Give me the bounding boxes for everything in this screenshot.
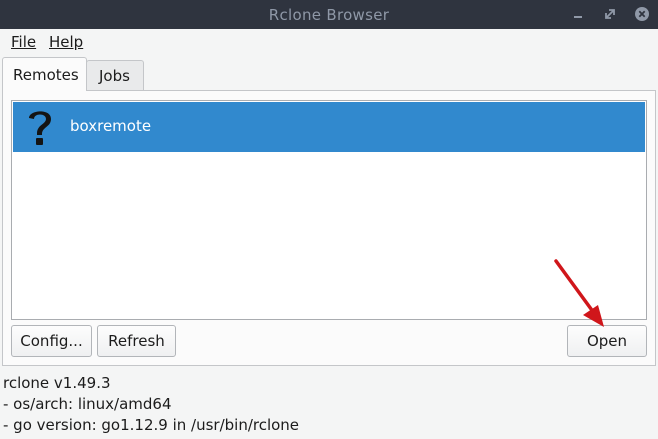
refresh-button[interactable]: Refresh <box>97 325 176 357</box>
close-icon[interactable] <box>634 6 650 22</box>
config-button-label: Config... <box>20 332 83 350</box>
menu-help[interactable]: Help <box>47 33 85 51</box>
title-bar[interactable]: Rclone Browser <box>0 0 658 29</box>
tab-remotes-label: Remotes <box>13 66 79 84</box>
version-info: rclone v1.49.3 - os/arch: linux/amd64 - … <box>3 373 299 436</box>
open-button-label: Open <box>586 332 628 350</box>
tab-jobs[interactable]: Jobs <box>86 60 144 90</box>
status-line: rclone v1.49.3 <box>3 374 111 392</box>
app-window: Rclone Browser File Help Remotes Jobs bo… <box>0 0 658 439</box>
red-arrow-icon <box>554 259 604 327</box>
tab-remotes[interactable]: Remotes <box>2 57 87 91</box>
config-button[interactable]: Config... <box>11 325 92 357</box>
status-line: - os/arch: linux/amd64 <box>3 395 172 413</box>
status-line: - go version: go1.12.9 in /usr/bin/rclon… <box>3 416 300 434</box>
refresh-button-label: Refresh <box>108 332 165 350</box>
list-item[interactable]: boxremote <box>13 102 645 152</box>
minimize-icon[interactable] <box>570 6 586 22</box>
tab-jobs-label: Jobs <box>99 67 130 85</box>
menu-bar: File Help <box>0 29 658 57</box>
menu-file[interactable]: File <box>9 33 38 51</box>
question-mark-icon <box>29 111 51 145</box>
maximize-icon[interactable] <box>602 6 618 22</box>
window-title: Rclone Browser <box>268 6 390 24</box>
remote-name: boxremote <box>70 117 152 135</box>
